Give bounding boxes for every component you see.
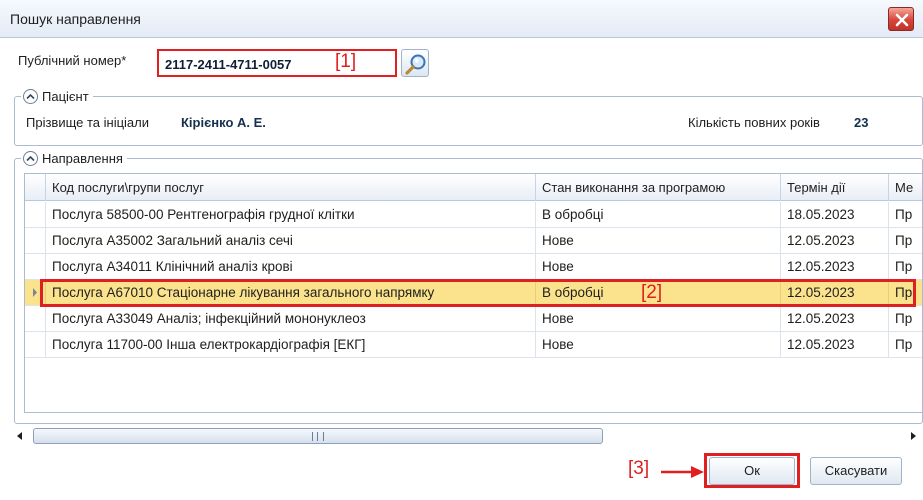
patient-group-title: Пацієнт	[42, 88, 89, 104]
cell-service: Послуга A33049 Аналіз; інфекційний монон…	[45, 306, 535, 331]
referrals-table: Код послуги\групи послуг Стан виконання …	[24, 173, 923, 413]
scroll-left-icon[interactable]	[14, 430, 26, 442]
cell-term: 12.05.2023	[780, 254, 888, 279]
annotation-marker-1: [1]	[335, 51, 357, 72]
collapse-icon[interactable]	[23, 88, 38, 104]
patient-name-value: Кірієнко А. Е.	[181, 115, 266, 130]
cell-service: Послуга A35002 Загальний аналіз сечі	[45, 228, 535, 253]
cell-extra: Пр	[888, 228, 922, 253]
scroll-right-icon[interactable]	[907, 430, 919, 442]
column-header-status[interactable]: Стан виконання за програмою	[535, 174, 780, 201]
row-indicator	[25, 254, 45, 279]
close-button[interactable]	[888, 7, 914, 31]
referrals-group-header[interactable]: Направлення	[21, 149, 127, 167]
cell-term: 12.05.2023	[780, 280, 888, 305]
title-bar: Пошук направлення	[0, 0, 923, 38]
ok-button[interactable]: Ок	[709, 457, 795, 485]
patient-name-label: Прізвище та ініціали	[26, 115, 149, 130]
cell-service: Послуга A67010 Стаціонарне лікування заг…	[45, 280, 535, 305]
close-icon	[895, 13, 909, 27]
patient-age-value: 23	[854, 115, 869, 130]
table-header: Код послуги\групи послуг Стан виконання …	[25, 174, 922, 201]
cell-service: Послуга 58500-00 Рентгенографія грудної …	[45, 202, 535, 227]
patient-age-label: Кількість повних років	[688, 115, 820, 130]
column-header-extra[interactable]: Ме	[888, 174, 922, 201]
arrow-right-icon	[661, 466, 704, 478]
row-indicator	[25, 332, 45, 357]
row-indicator	[25, 228, 45, 253]
cell-term: 12.05.2023	[780, 228, 888, 253]
cell-extra: Пр	[888, 332, 922, 357]
cell-term: 12.05.2023	[780, 332, 888, 357]
referrals-group-title: Направлення	[42, 150, 123, 166]
table-row[interactable]: Послуга A33049 Аналіз; інфекційний монон…	[25, 306, 922, 332]
horizontal-scrollbar[interactable]	[14, 427, 923, 445]
cell-status: Нове	[535, 332, 780, 357]
column-header-service[interactable]: Код послуги\групи послуг	[45, 174, 535, 201]
collapse-icon[interactable]	[23, 150, 38, 166]
cancel-button[interactable]: Скасувати	[810, 457, 902, 485]
table-row[interactable]: Послуга A35002 Загальний аналіз сечі Нов…	[25, 228, 922, 254]
row-indicator	[25, 306, 45, 331]
cell-extra: Пр	[888, 202, 922, 227]
public-number-input[interactable]	[165, 55, 335, 73]
row-indicator	[25, 280, 45, 305]
header-indicator-cell	[25, 174, 45, 201]
table-row-selected[interactable]: Послуга A67010 Стаціонарне лікування заг…	[25, 280, 922, 306]
cell-extra: Пр	[888, 254, 922, 279]
patient-group-header[interactable]: Пацієнт	[21, 87, 93, 105]
cell-service: Послуга A34011 Клінічний аналіз крові	[45, 254, 535, 279]
cell-term: 18.05.2023	[780, 202, 888, 227]
table-row[interactable]: Послуга 58500-00 Рентгенографія грудної …	[25, 202, 922, 228]
scrollbar-thumb[interactable]	[33, 428, 603, 444]
public-number-label: Публічний номер*	[18, 53, 127, 68]
cell-service: Послуга 11700-00 Інша електрокардіографі…	[45, 332, 535, 357]
cell-extra: Пр	[888, 280, 922, 305]
cell-extra: Пр	[888, 306, 922, 331]
table-row[interactable]: Послуга A34011 Клінічний аналіз крові Но…	[25, 254, 922, 280]
cell-status: Нове	[535, 254, 780, 279]
annotation-marker-2: [2]	[641, 282, 663, 303]
cell-status: В обробці	[535, 202, 780, 227]
grip-icon	[312, 432, 324, 441]
column-header-term[interactable]: Термін дії	[780, 174, 888, 201]
table-row[interactable]: Послуга 11700-00 Інша електрокардіографі…	[25, 332, 922, 358]
cell-status: Нове	[535, 228, 780, 253]
cell-term: 12.05.2023	[780, 306, 888, 331]
search-icon	[405, 54, 426, 75]
row-indicator	[25, 202, 45, 227]
cell-status: Нове	[535, 306, 780, 331]
annotation-marker-3: [3]	[628, 458, 650, 479]
search-button[interactable]	[401, 49, 429, 77]
current-row-arrow-icon	[33, 288, 37, 297]
window-title: Пошук направлення	[10, 11, 141, 27]
public-number-field-frame: [1]	[157, 49, 397, 77]
